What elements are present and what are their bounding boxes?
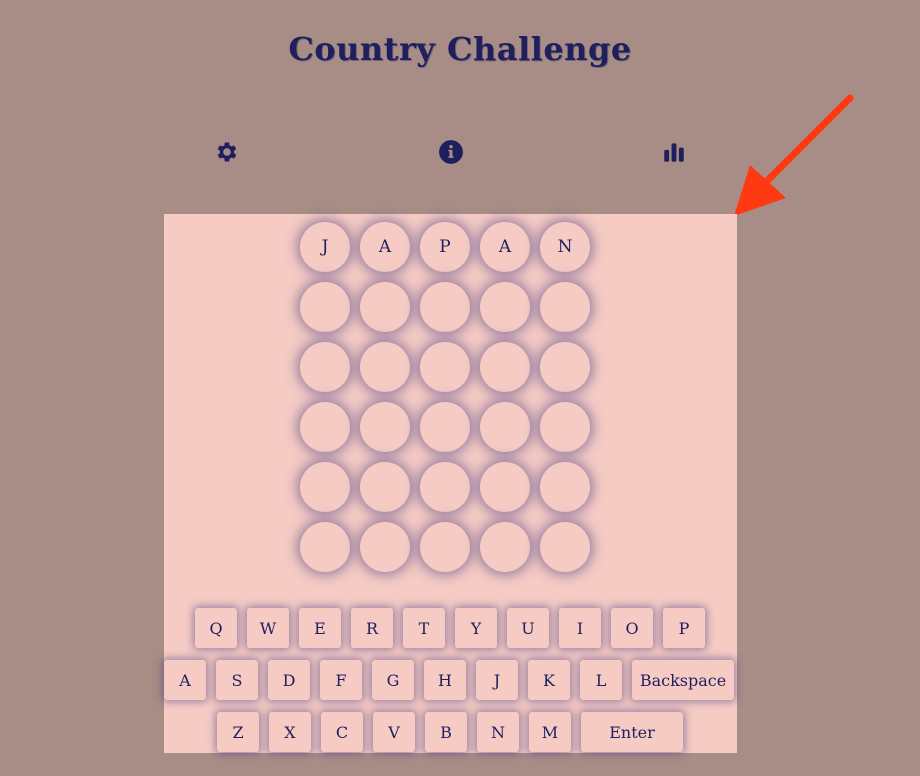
key-s[interactable]: S: [216, 660, 258, 700]
key-j[interactable]: J: [476, 660, 518, 700]
page-title: Country Challenge: [288, 30, 632, 68]
letter-tile: [540, 522, 590, 572]
letter-tile: [480, 462, 530, 512]
key-z[interactable]: Z: [217, 712, 259, 752]
key-x[interactable]: X: [269, 712, 311, 752]
key-q[interactable]: Q: [195, 608, 237, 648]
key-i[interactable]: I: [559, 608, 601, 648]
letter-tile: [300, 522, 350, 572]
letter-tile: P: [420, 222, 470, 272]
annotation-arrow-icon: [734, 94, 854, 216]
gear-icon: [217, 142, 237, 162]
letter-tile: [420, 282, 470, 332]
letter-tile: A: [480, 222, 530, 272]
letter-tile: A: [360, 222, 410, 272]
keyboard-row-3: Z X C V B N M Enter: [217, 712, 683, 752]
key-g[interactable]: G: [372, 660, 414, 700]
letter-tile: [540, 462, 590, 512]
letter-tile: [360, 282, 410, 332]
key-c[interactable]: C: [321, 712, 363, 752]
keyboard-row-1: QWERTYUIOP: [195, 608, 705, 648]
letter-tile: [480, 522, 530, 572]
key-y[interactable]: Y: [455, 608, 497, 648]
backspace-key[interactable]: Backspace: [632, 660, 734, 700]
letter-tile: [420, 462, 470, 512]
letter-tile: [480, 402, 530, 452]
letter-tile: [360, 342, 410, 392]
bar-chart-icon: [664, 143, 684, 162]
letter-tile: [300, 282, 350, 332]
letter-tile: [480, 282, 530, 332]
letter-tile: [420, 402, 470, 452]
key-r[interactable]: R: [351, 608, 393, 648]
key-v[interactable]: V: [373, 712, 415, 752]
info-icon: [439, 140, 463, 164]
key-b[interactable]: B: [425, 712, 467, 752]
letter-tile: [300, 402, 350, 452]
letter-tile: [420, 522, 470, 572]
key-t[interactable]: T: [403, 608, 445, 648]
key-k[interactable]: K: [528, 660, 570, 700]
key-w[interactable]: W: [247, 608, 289, 648]
stats-button[interactable]: [659, 137, 689, 167]
key-o[interactable]: O: [611, 608, 653, 648]
settings-button[interactable]: [212, 137, 242, 167]
key-u[interactable]: U: [507, 608, 549, 648]
letter-tile: J: [300, 222, 350, 272]
key-p[interactable]: P: [663, 608, 705, 648]
grid-row: [300, 342, 590, 392]
letter-tile: [540, 342, 590, 392]
info-button[interactable]: [436, 137, 466, 167]
key-h[interactable]: H: [424, 660, 466, 700]
letter-tile: [360, 402, 410, 452]
grid-row: [300, 462, 590, 512]
letter-tile: [420, 342, 470, 392]
grid-row: [300, 522, 590, 572]
grid-row: [300, 402, 590, 452]
letter-tile: [360, 462, 410, 512]
key-d[interactable]: D: [268, 660, 310, 700]
letter-tile: [300, 462, 350, 512]
keyboard-row-2: A S D F G H J K L Backspace: [164, 660, 734, 700]
key-m[interactable]: M: [529, 712, 571, 752]
enter-key[interactable]: Enter: [581, 712, 683, 752]
letter-tile: [480, 342, 530, 392]
letter-tile: [360, 522, 410, 572]
letter-tile: [540, 402, 590, 452]
key-l[interactable]: L: [580, 660, 622, 700]
letter-tile: [300, 342, 350, 392]
grid-row: JAPAN: [300, 222, 590, 272]
key-f[interactable]: F: [320, 660, 362, 700]
letter-tile: [540, 282, 590, 332]
letter-grid: JAPAN: [300, 222, 590, 582]
key-a[interactable]: A: [164, 660, 206, 700]
key-e[interactable]: E: [299, 608, 341, 648]
key-n[interactable]: N: [477, 712, 519, 752]
grid-row: [300, 282, 590, 332]
letter-tile: N: [540, 222, 590, 272]
game-page: Country Challenge JAPAN QWERTYUIOP ASDFG…: [0, 0, 920, 776]
